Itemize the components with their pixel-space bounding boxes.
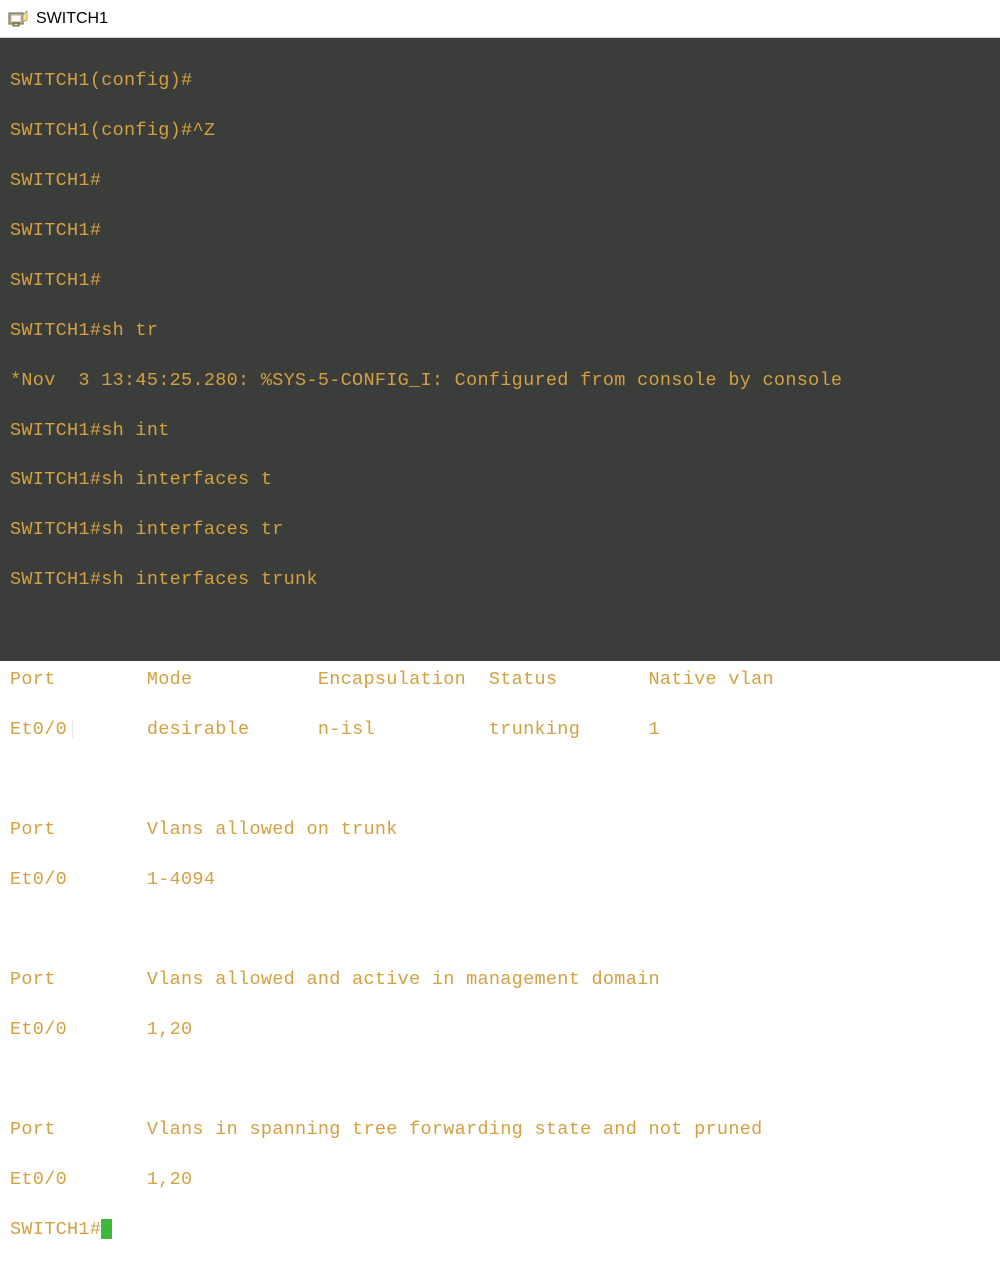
cli-line: SWITCH1#sh interfaces tr	[10, 518, 990, 543]
window-title-bar[interactable]: SWITCH1	[0, 0, 1000, 38]
cli-input: sh interfaces trunk	[101, 569, 318, 590]
cli-input: sh interfaces tr	[101, 519, 283, 540]
cli-line[interactable]: SWITCH1#	[10, 1218, 990, 1243]
trunk-table-header: Port Mode Encapsulation Status Native vl…	[10, 668, 990, 693]
cursor-block-icon	[101, 1219, 112, 1239]
port-cell: Et0/0	[10, 719, 67, 740]
terminal-output[interactable]: SWITCH1(config)# SWITCH1(config)#^Z SWIT…	[0, 38, 1000, 661]
prompt: SWITCH1#	[10, 420, 101, 441]
table-row: Et0/0| desirable n-isl trunking 1	[10, 718, 990, 743]
prompt: SWITCH1(config)#	[10, 120, 192, 141]
cli-line: SWITCH1(config)#^Z	[10, 119, 990, 144]
prompt: SWITCH1#	[10, 270, 101, 291]
prompt: SWITCH1(config)#	[10, 70, 192, 91]
cli-line: SWITCH1#	[10, 169, 990, 194]
prompt: SWITCH1#	[10, 320, 101, 341]
prompt: SWITCH1#	[10, 519, 101, 540]
syslog-line: *Nov 3 13:45:25.280: %SYS-5-CONFIG_I: Co…	[10, 369, 990, 394]
text-cursor-icon: |	[67, 719, 78, 740]
cli-line: SWITCH1#	[10, 219, 990, 244]
putty-icon	[8, 9, 28, 29]
cli-input: sh int	[101, 420, 169, 441]
prompt: SWITCH1#	[10, 469, 101, 490]
cli-input: sh tr	[101, 320, 158, 341]
cli-line: SWITCH1#sh interfaces trunk	[10, 568, 990, 593]
trunk-table-header: Port Vlans allowed and active in managem…	[10, 968, 990, 993]
cli-line: SWITCH1(config)#	[10, 69, 990, 94]
prompt: SWITCH1#	[10, 1219, 101, 1240]
cli-input: sh interfaces t	[101, 469, 272, 490]
cli-line: SWITCH1#sh int	[10, 419, 990, 444]
blank-line	[10, 618, 990, 643]
trunk-table-header: Port Vlans in spanning tree forwarding s…	[10, 1118, 990, 1143]
table-row: Et0/0 1-4094	[10, 868, 990, 893]
table-row: Et0/0 1,20	[10, 1018, 990, 1043]
trunk-table-header: Port Vlans allowed on trunk	[10, 818, 990, 843]
blank-line	[10, 768, 990, 793]
prompt: SWITCH1#	[10, 220, 101, 241]
prompt: SWITCH1#	[10, 170, 101, 191]
blank-line	[10, 1068, 990, 1093]
window-title: SWITCH1	[36, 10, 108, 28]
prompt: SWITCH1#	[10, 569, 101, 590]
cli-input: ^Z	[192, 120, 215, 141]
cli-line: SWITCH1#sh tr	[10, 319, 990, 344]
table-row: Et0/0 1,20	[10, 1168, 990, 1193]
cli-line: SWITCH1#sh interfaces t	[10, 468, 990, 493]
cli-line: SWITCH1#	[10, 269, 990, 294]
blank-line	[10, 918, 990, 943]
